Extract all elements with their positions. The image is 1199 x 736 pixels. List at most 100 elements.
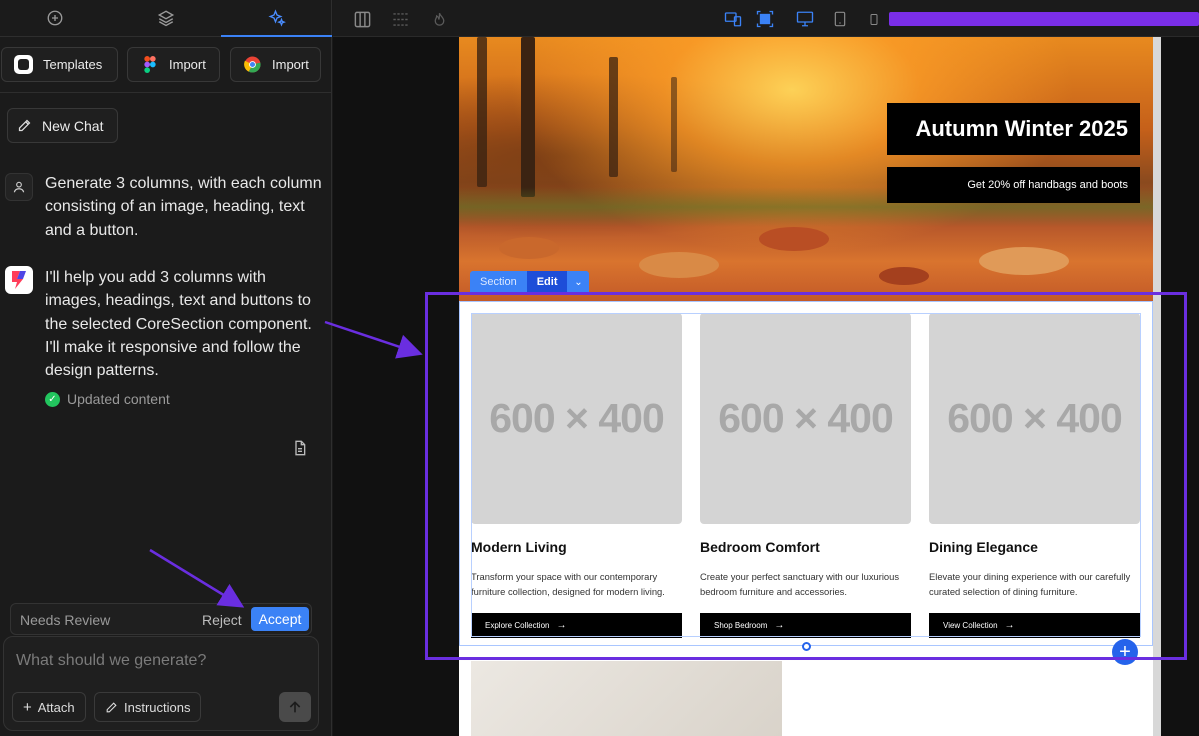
page-preview: Autumn Winter 2025 Get 20% off handbags …: [459, 37, 1153, 736]
hero-section[interactable]: Autumn Winter 2025 Get 20% off handbags …: [459, 37, 1153, 301]
pencil-icon: [106, 701, 117, 712]
tree-trunk: [609, 57, 618, 177]
import-buttons: Templates Import Import: [0, 47, 332, 83]
image-placeholder[interactable]: 600 × 400: [700, 313, 911, 524]
desktop-view-button[interactable]: [795, 9, 815, 29]
add-section-button[interactable]: +: [1112, 639, 1138, 665]
leaf: [759, 227, 829, 251]
column-heading[interactable]: Modern Living: [471, 539, 682, 555]
chrome-import-label: Import: [272, 57, 309, 72]
column-text[interactable]: Elevate your dining experience with our …: [929, 569, 1140, 603]
send-button[interactable]: [279, 692, 311, 722]
figma-import-button[interactable]: Import: [127, 47, 220, 82]
instructions-label: Instructions: [124, 699, 191, 715]
image-placeholder[interactable]: 600 × 400: [471, 313, 682, 524]
canvas-scrollbar[interactable]: [1153, 37, 1161, 736]
arrow-up-icon: [289, 701, 301, 713]
arrow-right-icon: →: [556, 620, 567, 631]
button-label: Shop Bedroom: [714, 621, 768, 630]
tab-layers[interactable]: [111, 0, 222, 36]
column-heading[interactable]: Dining Elegance: [929, 539, 1140, 555]
lower-section-image[interactable]: [471, 661, 782, 736]
columns-view-button[interactable]: [352, 9, 372, 29]
layers-icon: [157, 10, 175, 27]
column-text[interactable]: Transform your space with our contempora…: [471, 569, 682, 603]
templates-label: Templates: [43, 57, 103, 72]
chevron-down-icon[interactable]: ⌄: [567, 271, 590, 293]
templates-button[interactable]: Templates: [1, 47, 118, 82]
tab-add[interactable]: [0, 0, 111, 36]
reject-button[interactable]: Reject: [202, 612, 242, 628]
leaf: [499, 237, 559, 259]
needs-review-label: Needs Review: [20, 612, 111, 628]
column-heading[interactable]: Bedroom Comfort: [700, 539, 911, 555]
document-icon[interactable]: [292, 440, 308, 456]
column-text[interactable]: Create your perfect sanctuary with our l…: [700, 569, 911, 603]
mobile-view-button[interactable]: [864, 9, 884, 29]
figma-icon: [140, 55, 159, 74]
plus-icon: +: [23, 698, 32, 716]
attach-button[interactable]: + Attach: [12, 692, 86, 722]
tablet-view-button[interactable]: [830, 9, 850, 29]
tablet-icon: [834, 11, 846, 27]
explore-collection-button[interactable]: Explore Collection →: [471, 613, 682, 638]
mobile-icon: [870, 13, 878, 25]
select-frame-button[interactable]: [755, 9, 775, 29]
new-chat-button[interactable]: New Chat: [7, 108, 118, 143]
redacted-url-bar: [889, 12, 1199, 26]
figma-import-label: Import: [169, 57, 206, 72]
panel-tabs: [0, 0, 332, 37]
columns-icon: [354, 11, 370, 27]
flame-button[interactable]: [429, 9, 449, 29]
arrow-right-icon: →: [774, 620, 785, 631]
divider: [0, 92, 332, 93]
ai-chat-panel: Templates Import Import New Chat Generat…: [0, 0, 332, 736]
app-root: Templates Import Import New Chat Generat…: [0, 0, 1199, 736]
user-avatar: [5, 173, 33, 201]
status-line: ✓ Updated content: [45, 391, 170, 407]
chrome-icon: [243, 55, 262, 74]
tab-ai[interactable]: [221, 0, 332, 37]
hero-title[interactable]: Autumn Winter 2025: [887, 103, 1140, 155]
plus-circle-icon: [47, 10, 63, 26]
sparkles-icon: [268, 9, 286, 27]
leaf: [639, 252, 719, 278]
tree-trunk: [671, 77, 677, 172]
hero-subtitle[interactable]: Get 20% off handbags and boots: [887, 167, 1140, 203]
tree-trunk: [477, 37, 487, 187]
responsive-button[interactable]: [723, 9, 743, 29]
spacing-button[interactable]: [390, 9, 410, 29]
tree-trunk: [521, 37, 535, 197]
three-column-grid[interactable]: 600 × 400 Modern Living Transform your s…: [471, 313, 1141, 638]
user-icon: [13, 181, 25, 193]
assistant-logo-icon: [12, 271, 26, 289]
review-bar: Needs Review Reject Accept: [10, 603, 312, 635]
image-placeholder[interactable]: 600 × 400: [929, 313, 1140, 524]
column-1[interactable]: 600 × 400 Modern Living Transform your s…: [471, 313, 682, 638]
button-label: Explore Collection: [485, 621, 550, 630]
column-3[interactable]: 600 × 400 Dining Elegance Elevate your d…: [929, 313, 1140, 638]
edit-icon: [18, 119, 31, 132]
resize-handle[interactable]: [802, 642, 811, 651]
leaf: [979, 247, 1069, 275]
instructions-button[interactable]: Instructions: [94, 692, 202, 722]
edit-button[interactable]: Edit: [526, 271, 568, 293]
templates-icon: [14, 55, 33, 74]
top-toolbar: [333, 0, 1199, 37]
section-toolbar: Section Edit ⌄: [470, 271, 590, 293]
column-2[interactable]: 600 × 400 Bedroom Comfort Create your pe…: [700, 313, 911, 638]
spacing-icon: [392, 12, 408, 26]
responsive-icon: [724, 12, 742, 27]
prompt-composer: What should we generate? + Attach Instru…: [3, 636, 319, 731]
user-message: Generate 3 columns, with each column con…: [45, 175, 322, 239]
section-label[interactable]: Section: [470, 271, 527, 293]
shop-bedroom-button[interactable]: Shop Bedroom →: [700, 613, 911, 638]
view-collection-button[interactable]: View Collection →: [929, 613, 1140, 638]
prompt-input[interactable]: What should we generate?: [16, 652, 206, 670]
leaf: [879, 267, 929, 285]
accept-button[interactable]: Accept: [251, 607, 309, 631]
assistant-avatar: [5, 266, 33, 294]
flame-icon: [434, 12, 444, 26]
attach-label: Attach: [37, 699, 75, 715]
chrome-import-button[interactable]: Import: [230, 47, 321, 82]
